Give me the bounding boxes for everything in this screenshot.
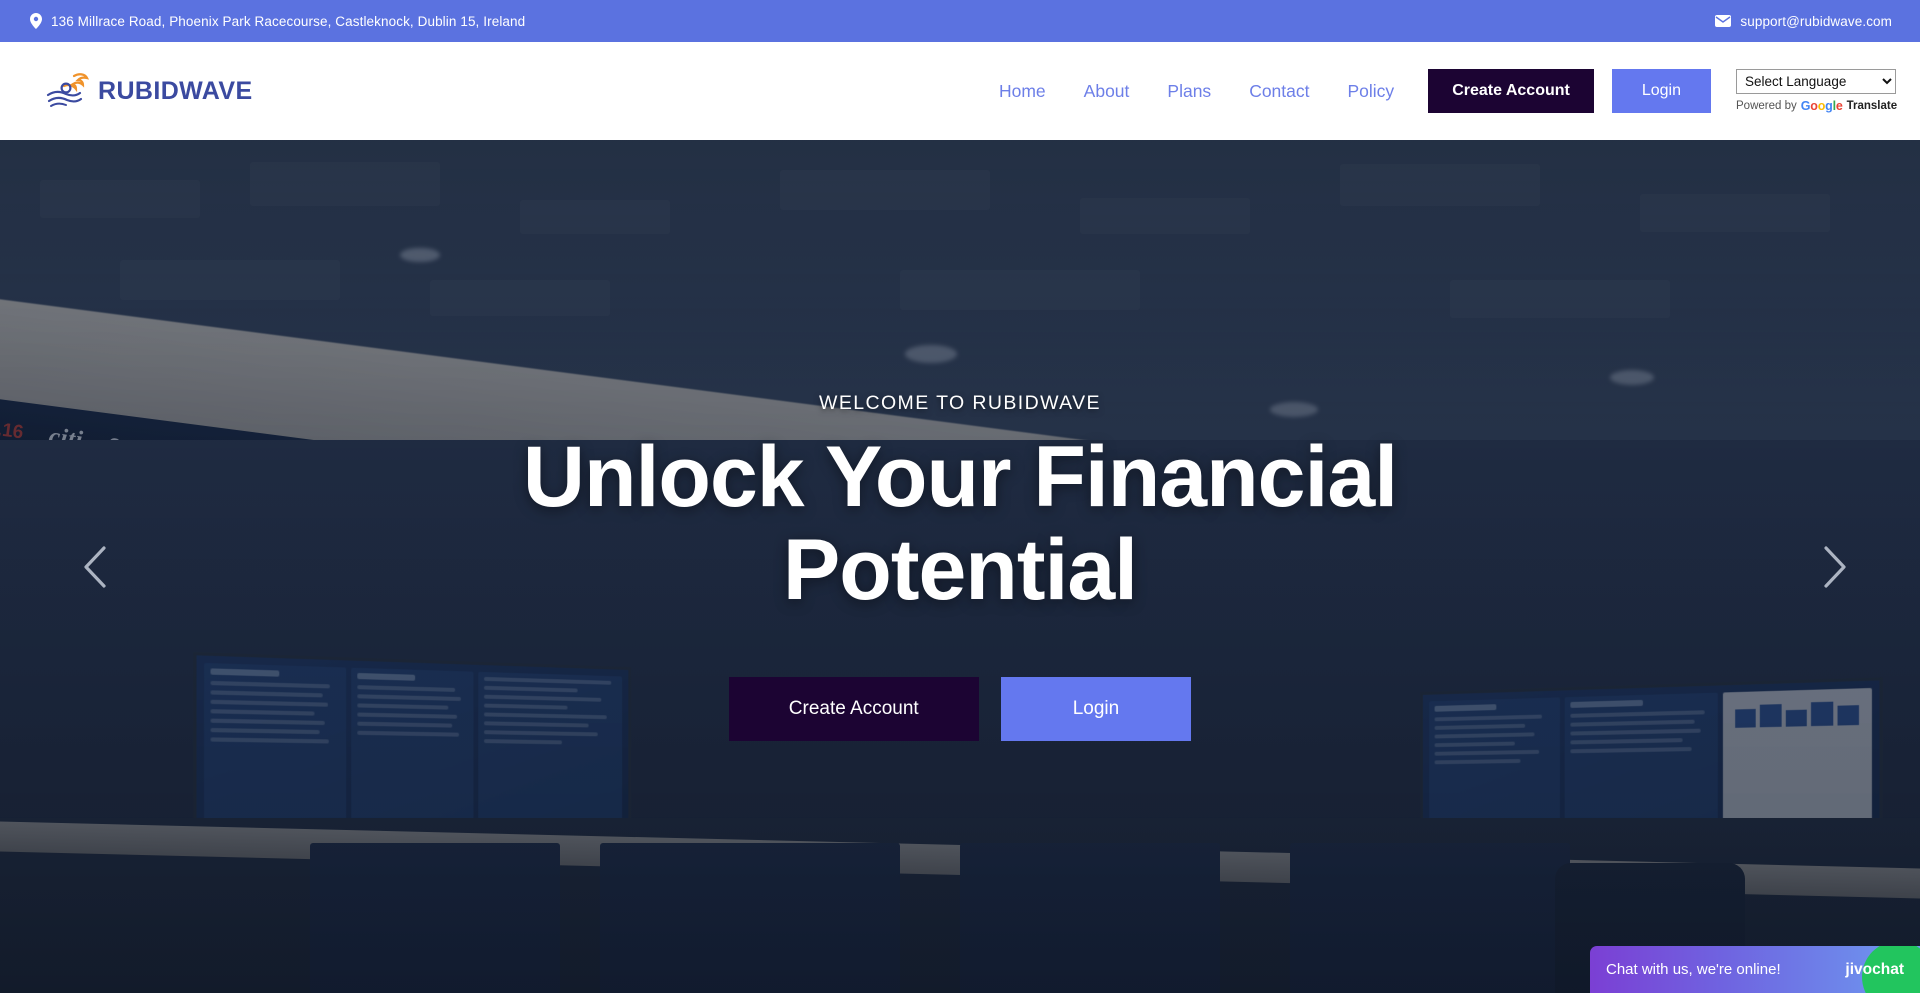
google-translate-widget: Select Language Powered by Google Transl…	[1736, 69, 1898, 113]
hero-content: WELCOME TO RUBIDWAVE Unlock Your Financi…	[0, 140, 1920, 993]
header-create-account-button[interactable]: Create Account	[1428, 69, 1594, 113]
language-select[interactable]: Select Language	[1736, 69, 1896, 94]
hero-title: Unlock Your Financial Potential	[522, 429, 1398, 618]
wave-flame-icon	[46, 71, 92, 111]
logo-text: RUBIDWAVE	[98, 76, 253, 105]
hero-create-account-button[interactable]: Create Account	[728, 676, 979, 741]
carousel-next-button[interactable]	[1805, 537, 1865, 597]
nav-item-home[interactable]: Home	[980, 81, 1065, 102]
chat-invite-text: Chat with us, we're online!	[1606, 961, 1781, 978]
powered-by-text: Powered by	[1736, 100, 1797, 112]
top-contact-bar: 136 Millrace Road, Phoenix Park Racecour…	[0, 0, 1920, 42]
translate-word: Translate	[1846, 100, 1898, 112]
chevron-right-icon	[1824, 545, 1846, 588]
nav-item-contact[interactable]: Contact	[1230, 81, 1328, 102]
nav-item-plans[interactable]: Plans	[1148, 81, 1230, 102]
translate-credit: Powered by Google Translate	[1736, 99, 1898, 113]
jivochat-widget[interactable]: Chat with us, we're online! jivochat	[1590, 946, 1920, 993]
logo[interactable]: RUBIDWAVE	[46, 71, 253, 111]
jivochat-brand: jivochat	[1845, 960, 1904, 978]
address-text: 136 Millrace Road, Phoenix Park Racecour…	[51, 13, 526, 29]
carousel-prev-button[interactable]	[65, 537, 125, 597]
site-header: RUBIDWAVE Home About Plans Contact Polic…	[0, 42, 1920, 140]
header-login-button[interactable]: Login	[1611, 69, 1711, 113]
email-text: support@rubidwave.com	[1740, 13, 1892, 29]
chevron-left-icon	[84, 545, 106, 588]
email-block[interactable]: support@rubidwave.com	[1715, 14, 1892, 29]
google-wordmark: Google	[1800, 99, 1843, 113]
nav-item-policy[interactable]: Policy	[1329, 81, 1414, 102]
nav-item-about[interactable]: About	[1065, 81, 1149, 102]
location-pin-icon	[30, 13, 42, 29]
hero-carousel: ▼0.16 citi C42.38▼0.09 CATERPILLAR CAT94…	[0, 140, 1920, 993]
hero-eyebrow: WELCOME TO RUBIDWAVE	[819, 392, 1101, 415]
envelope-icon	[1715, 15, 1732, 27]
hero-cta-group: Create Account Login	[728, 676, 1192, 741]
main-navigation: Home About Plans Contact Policy Create A…	[980, 69, 1898, 113]
address-block: 136 Millrace Road, Phoenix Park Racecour…	[30, 13, 525, 29]
hero-login-button[interactable]: Login	[1000, 676, 1192, 741]
